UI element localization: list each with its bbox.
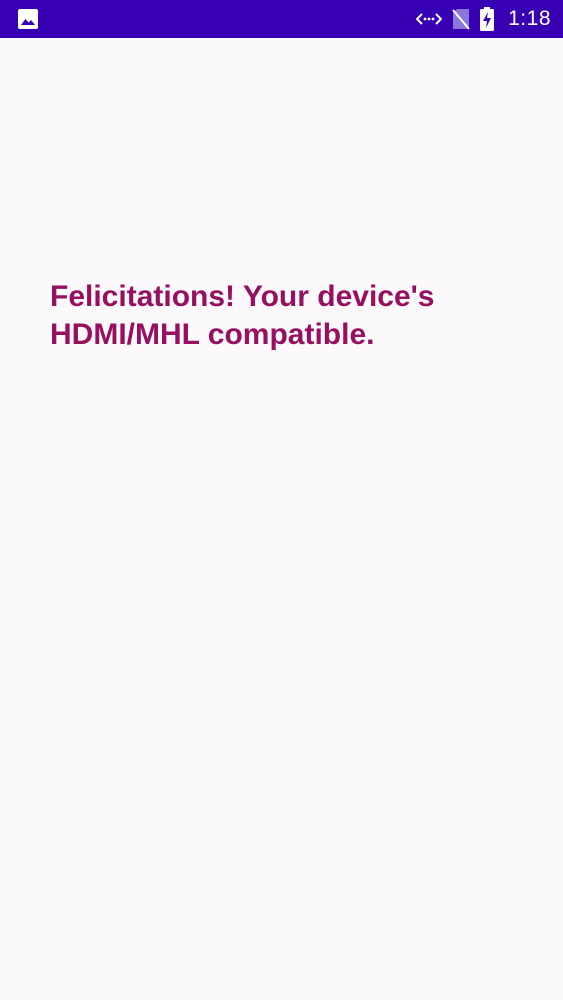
image-icon <box>16 8 40 30</box>
battery-charging-icon <box>480 7 495 31</box>
status-time: 1:18 <box>508 7 551 30</box>
compatibility-message: Felicitations! Your device's HDMI/MHL co… <box>50 280 435 351</box>
status-icons: 1:18 <box>416 0 551 38</box>
no-sim-icon <box>452 8 470 30</box>
data-sync-icon <box>416 11 443 27</box>
status-bar: 1:18 <box>0 0 563 38</box>
main-content: Felicitations! Your device's HDMI/MHL co… <box>0 38 563 1000</box>
